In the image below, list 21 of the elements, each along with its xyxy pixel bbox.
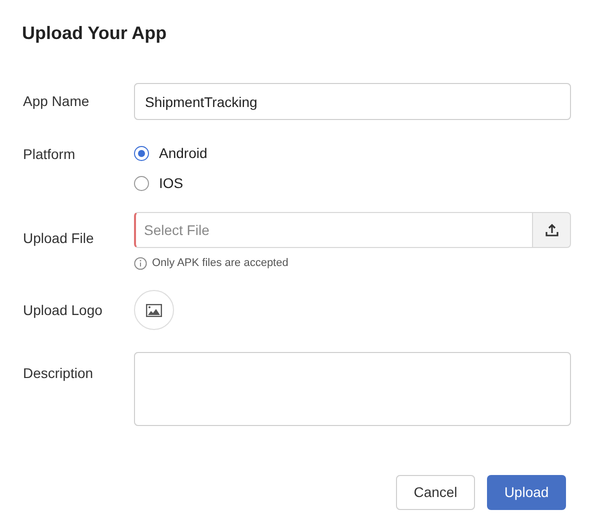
field-label: App Name	[23, 92, 90, 111]
upload-button[interactable]: Upload	[487, 475, 566, 510]
file-field[interactable]: Select File	[134, 212, 532, 248]
field-label: Platform	[23, 145, 76, 164]
input-field[interactable]: ShipmentTracking	[134, 83, 571, 120]
dialog-title: Upload Your App	[22, 22, 167, 45]
description-field[interactable]	[134, 352, 571, 426]
radio-label: Android	[159, 144, 208, 163]
upload-button[interactable]	[532, 212, 571, 248]
radio-button[interactable]	[134, 176, 149, 191]
hint-text: Only APK files are accepted	[152, 256, 288, 271]
cancel-button[interactable]: Cancel	[396, 475, 475, 510]
image-icon	[146, 304, 162, 316]
radio-label: IOS	[159, 174, 184, 193]
field-label: Description	[23, 364, 94, 383]
field-label: Upload Logo	[23, 300, 104, 320]
upload-icon	[544, 223, 558, 237]
radio-button[interactable]	[134, 146, 149, 161]
logo-upload-button[interactable]	[134, 290, 174, 330]
info-icon	[134, 256, 147, 270]
field-label: Upload File	[23, 229, 95, 248]
